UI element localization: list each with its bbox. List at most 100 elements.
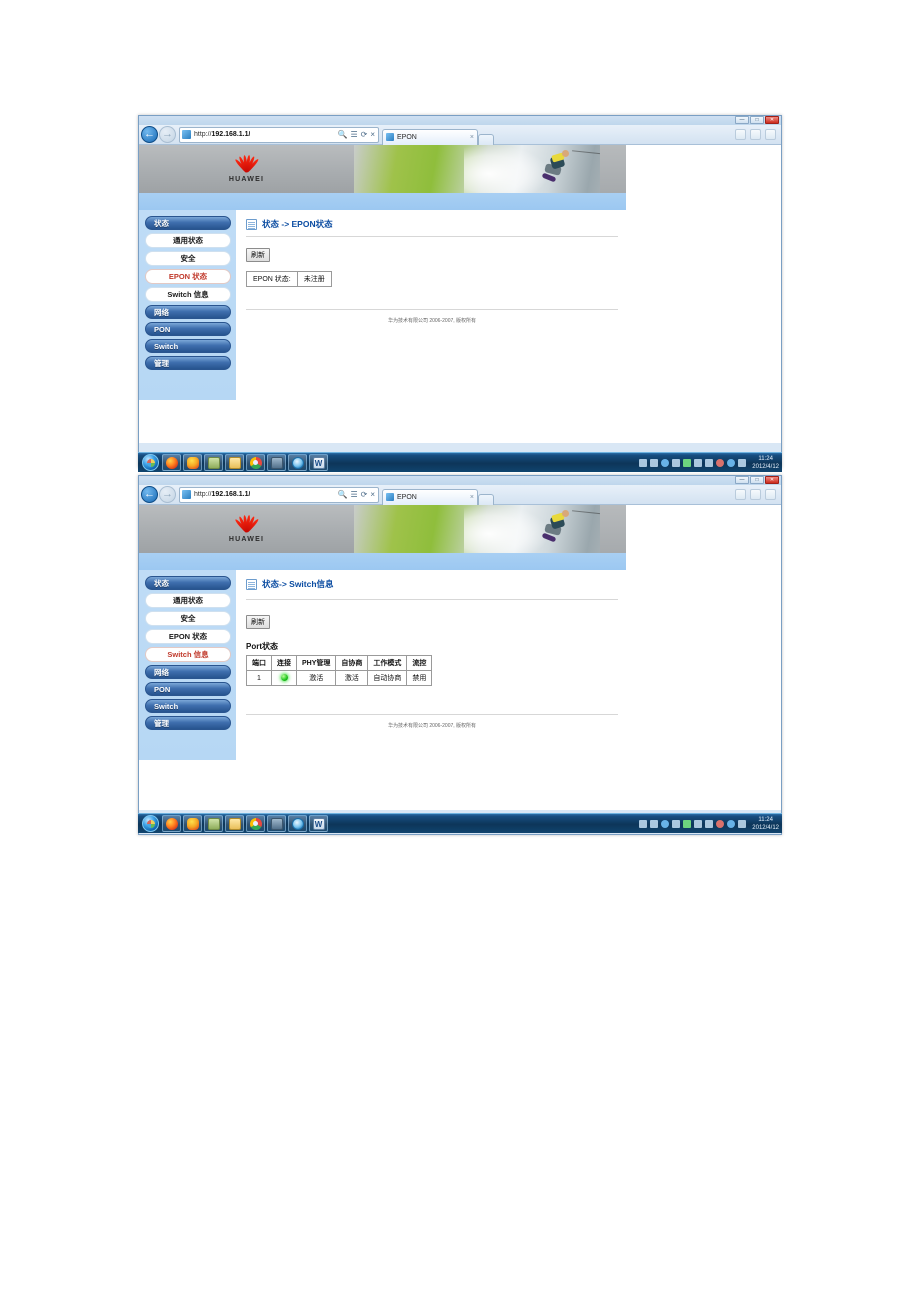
refresh-button[interactable]: 刷新 [246,248,270,262]
compat-view-icon[interactable]: ☰ [350,130,357,139]
taskbar-internet-explorer-icon[interactable] [288,815,307,832]
taskbar-clock[interactable]: 11:24 2012/4/12 [749,816,779,832]
sidebar-item-general-status[interactable]: 通用状态 [145,593,231,608]
close-button[interactable]: ✕ [765,116,779,124]
tray-network-icon[interactable] [727,819,736,828]
new-tab-button[interactable] [478,493,494,505]
sidebar-item-switch-info[interactable]: Switch 信息 [145,287,231,302]
system-tray-2: 11:24 2012/4/12 [639,816,782,832]
sidebar-group-switch[interactable]: Switch [145,699,231,713]
tray-antivirus-icon[interactable] [705,819,714,828]
favorites-icon[interactable] [750,129,761,140]
taskbar-media-player-icon[interactable] [267,815,286,832]
taskbar-word-icon[interactable]: W [309,454,328,471]
refresh-icon[interactable]: ⟳ [361,490,368,499]
tray-language-icon[interactable] [639,458,648,467]
home-icon[interactable] [735,129,746,140]
maximize-button[interactable]: □ [750,116,764,124]
sidebar-item-security[interactable]: 安全 [145,611,231,626]
tools-gear-icon[interactable] [765,129,776,140]
tools-gear-icon[interactable] [765,489,776,500]
tray-security-icon[interactable] [716,819,725,828]
taskbar-firefox-icon[interactable] [162,454,181,471]
sidebar-group-network[interactable]: 网络 [145,665,231,679]
tab-strip: EPON × [382,125,494,145]
refresh-button-2[interactable]: 刷新 [246,615,270,629]
minimize-button[interactable]: — [735,476,749,484]
address-bar[interactable]: http://192.168.1.1/ 🔍 ☰ ⟳ × [179,126,379,143]
tray-keyboard-icon[interactable] [650,819,659,828]
maximize-button[interactable]: □ [750,476,764,484]
address-bar-2[interactable]: http://192.168.1.1/ 🔍 ☰ ⟳ × [179,486,379,503]
windows-start-orb-icon[interactable] [142,454,159,471]
windows-start-orb-icon[interactable] [142,815,159,832]
tab-label: EPON [397,133,417,141]
taskbar-chrome-icon[interactable] [246,454,265,471]
sidebar-group-pon[interactable]: PON [145,682,231,696]
sidebar-item-security[interactable]: 安全 [145,251,231,266]
tray-battery-icon[interactable] [683,458,692,467]
address-text: http://192.168.1.1/ [194,131,251,138]
taskbar-clock[interactable]: 11:24 2012/4/12 [749,455,779,471]
stop-icon[interactable]: × [370,490,375,499]
tray-notification-icon[interactable] [661,458,670,467]
taskbar-explorer-icon[interactable] [225,815,244,832]
forward-button[interactable]: → [159,126,176,143]
sidebar-group-switch[interactable]: Switch [145,339,231,353]
taskbar-firefox-icon[interactable] [162,815,181,832]
home-icon[interactable] [735,489,746,500]
tray-language-icon[interactable] [639,819,648,828]
tray-battery-icon[interactable] [683,819,692,828]
tab-close-icon[interactable]: × [470,494,474,501]
stop-icon[interactable]: × [370,130,375,139]
cell-mode: 自动协商 [367,670,408,686]
sidebar-group-network[interactable]: 网络 [145,305,231,319]
tab-close-icon[interactable]: × [470,134,474,141]
minimize-button[interactable]: — [735,116,749,124]
sidebar-group-management[interactable]: 管理 [145,716,231,730]
close-button[interactable]: ✕ [765,476,779,484]
tray-network-icon[interactable] [727,458,736,467]
sidebar-group-status[interactable]: 状态 [145,576,231,590]
sidebar-item-epon-status[interactable]: EPON 状态 [145,269,231,284]
page-favicon-icon [182,130,191,139]
taskbar-folder-icon[interactable] [204,454,223,471]
taskbar-explorer-icon[interactable] [225,454,244,471]
tab-epon[interactable]: EPON × [382,488,478,505]
sidebar-item-epon-status[interactable]: EPON 状态 [145,629,231,644]
tray-keyboard-icon[interactable] [650,458,659,467]
sidebar-group-management[interactable]: 管理 [145,356,231,370]
new-tab-button[interactable] [478,133,494,145]
sidebar-item-general-status[interactable]: 通用状态 [145,233,231,248]
tray-show-hidden-icon[interactable] [672,458,681,467]
taskbar-internet-explorer-icon[interactable] [288,454,307,471]
search-icon[interactable]: 🔍 [337,490,347,499]
taskbar-word-icon[interactable]: W [309,815,328,832]
taskbar-media-player-icon[interactable] [267,454,286,471]
tray-security-icon[interactable] [716,458,725,467]
taskbar-chrome-icon[interactable] [246,815,265,832]
search-icon[interactable]: 🔍 [337,130,347,139]
taskbar-qq-icon[interactable] [183,454,202,471]
taskbar-folder-icon[interactable] [204,815,223,832]
tray-volume-icon[interactable] [738,819,747,828]
tray-volume-icon[interactable] [738,458,747,467]
tray-antivirus-icon[interactable] [705,458,714,467]
windows-taskbar-1: W 11:24 2012/4/12 [138,452,782,472]
back-button[interactable]: ← [141,126,158,143]
favorites-icon[interactable] [750,489,761,500]
sidebar-group-pon[interactable]: PON [145,322,231,336]
document-icon [246,218,257,230]
tray-notification-icon[interactable] [661,819,670,828]
wakeboarder [541,150,574,184]
tab-favicon-icon [386,493,394,501]
forward-button[interactable]: → [159,486,176,503]
compat-view-icon[interactable]: ☰ [350,490,357,499]
taskbar-qq-icon[interactable] [183,815,202,832]
back-button[interactable]: ← [141,486,158,503]
tab-epon[interactable]: EPON × [382,128,478,145]
sidebar-item-switch-info[interactable]: Switch 信息 [145,647,231,662]
refresh-icon[interactable]: ⟳ [361,130,368,139]
tray-show-hidden-icon[interactable] [672,819,681,828]
sidebar-group-status[interactable]: 状态 [145,216,231,230]
